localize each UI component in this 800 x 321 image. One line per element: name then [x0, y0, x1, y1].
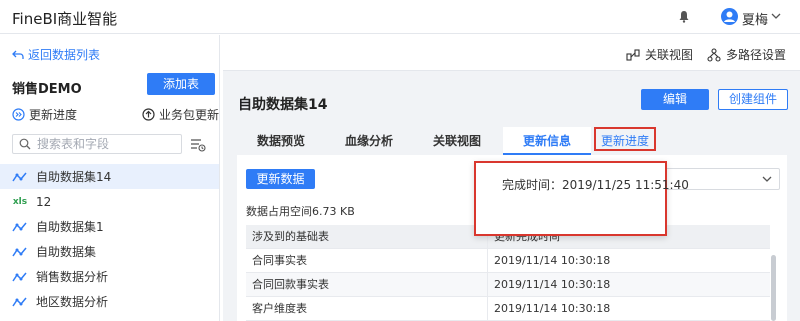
multipath-settings-button[interactable]: 多路径设置	[707, 46, 786, 63]
chevron-down-icon	[762, 176, 772, 182]
table-cell: 合同回款事实表	[246, 273, 488, 296]
base-table-list: 涉及到的基础表 更新完成时间 合同事实表 2019/11/14 10:30:18…	[246, 225, 770, 321]
dataset-title: 自助数据集14	[238, 97, 328, 113]
table-list: 自助数据集14 xls 12 自助数据集1 自助数据集 销售数据分析 地区数据分…	[0, 164, 219, 314]
space-usage: 数据占用空间6.73 KB	[246, 205, 355, 218]
add-table-button[interactable]: 添加表	[147, 73, 215, 95]
completion-time: 完成时间：2019/11/25 11:51:40	[502, 178, 689, 192]
relation-view-label: 关联视图	[645, 48, 694, 62]
package-update-label: 业务包更新	[159, 108, 220, 122]
list-item-label: 销售数据分析	[36, 270, 109, 284]
search-input[interactable]	[37, 137, 177, 151]
table-cell: 客户维度表	[246, 297, 488, 320]
tab-data-preview[interactable]: 数据预览	[237, 127, 325, 155]
tab-bar: 数据预览 血缘分析 关联视图 更新信息	[237, 127, 787, 155]
refresh-data-button[interactable]: 更新数据	[246, 169, 315, 189]
list-item[interactable]: xls 12	[0, 189, 219, 214]
bell-icon[interactable]	[678, 10, 690, 23]
table-cell: 合同事实表	[246, 249, 488, 272]
self-service-dataset-icon	[12, 170, 28, 184]
multipath-label: 多路径设置	[726, 48, 787, 62]
sidebar: 返回数据列表 销售DEMO 添加表 更新进度 业务包更新 搜索表和字段 自助数据…	[0, 35, 220, 321]
network-icon	[707, 47, 721, 62]
list-item-label: 自助数据集	[36, 245, 97, 259]
chevron-down-icon[interactable]	[770, 10, 782, 22]
back-arrow-icon	[12, 50, 24, 59]
progress-icon	[12, 108, 25, 121]
list-item[interactable]: 销售数据分析	[0, 264, 219, 289]
tab-relation-view[interactable]: 关联视图	[413, 127, 501, 155]
list-item[interactable]: 地区数据分析	[0, 289, 219, 314]
search-box[interactable]	[12, 134, 182, 154]
create-component-button[interactable]: 创建组件	[718, 89, 788, 110]
user-name[interactable]: 夏梅	[742, 9, 768, 28]
relation-view-button[interactable]: 关联视图	[626, 46, 693, 63]
table-row: 客户维度表 2019/11/14 10:30:18	[246, 297, 770, 321]
list-item-label: 自助数据集1	[36, 220, 104, 234]
project-title: 销售DEMO	[12, 82, 82, 97]
list-item-label: 地区数据分析	[36, 295, 109, 309]
scrollbar[interactable]	[771, 255, 776, 321]
table-cell: 2019/11/14 10:30:18	[494, 302, 611, 315]
top-bar: FineBI商业智能 夏梅	[0, 0, 800, 34]
back-link-label: 返回数据列表	[28, 48, 101, 62]
avatar[interactable]	[721, 8, 738, 25]
list-item[interactable]: 自助数据集	[0, 239, 219, 264]
edit-button[interactable]: 编辑	[641, 89, 709, 110]
tab-update-progress[interactable]: 更新进度	[594, 127, 656, 151]
list-item[interactable]: 自助数据集1	[0, 214, 219, 239]
update-progress-button[interactable]: 更新进度	[12, 106, 77, 123]
tab-update-info[interactable]: 更新信息	[503, 127, 591, 155]
table-cell: 2019/11/14 10:30:18	[494, 254, 611, 267]
list-item-label: 12	[36, 194, 52, 209]
update-progress-popup: 完成时间：2019/11/25 11:51:40	[474, 161, 689, 236]
list-item-label: 自助数据集14	[36, 170, 112, 184]
relation-icon	[626, 48, 640, 61]
search-icon	[19, 138, 31, 150]
column-header: 涉及到的基础表	[246, 225, 488, 248]
upload-icon	[142, 108, 155, 121]
table-row: 合同回款事实表 2019/11/14 10:30:18	[246, 273, 770, 297]
self-service-dataset-icon	[12, 270, 28, 284]
back-to-list-link[interactable]: 返回数据列表	[12, 46, 100, 63]
self-service-dataset-icon	[12, 220, 28, 234]
list-item[interactable]: 自助数据集14	[0, 164, 219, 189]
excel-icon: xls	[12, 196, 28, 207]
user-icon	[724, 11, 735, 22]
filter-icon[interactable]	[189, 136, 207, 154]
table-row: 合同事实表 2019/11/14 10:30:18	[246, 249, 770, 273]
app-title: FineBI商业智能	[12, 10, 118, 28]
tab-lineage[interactable]: 血缘分析	[325, 127, 413, 155]
package-update-button[interactable]: 业务包更新	[142, 106, 219, 123]
self-service-dataset-icon	[12, 245, 28, 259]
table-cell: 2019/11/14 10:30:18	[494, 278, 611, 291]
self-service-dataset-icon	[12, 295, 28, 309]
update-progress-label: 更新进度	[29, 108, 78, 122]
